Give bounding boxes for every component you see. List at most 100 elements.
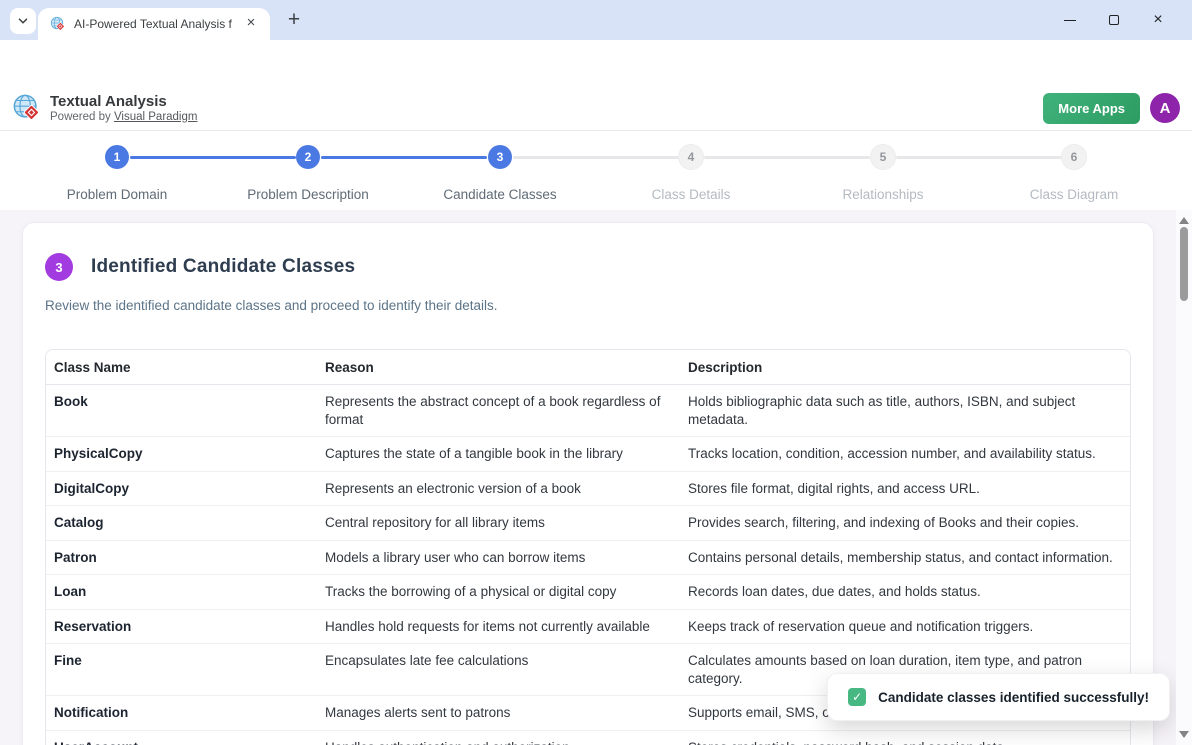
table-row: DigitalCopyRepresents an electronic vers… — [46, 471, 1130, 506]
step-label-6: Class Diagram — [979, 187, 1169, 202]
minimize-icon — [1064, 20, 1076, 21]
stepper-connector — [896, 156, 1062, 159]
visual-paradigm-logo — [12, 93, 42, 123]
powered-by: Powered by Visual Paradigm — [50, 111, 197, 123]
table-header-row: Class Name Reason Description — [46, 350, 1130, 385]
step-candidate-classes: 3 Candidate Classes — [405, 145, 595, 202]
table-row: PhysicalCopyCaptures the state of a tang… — [46, 437, 1130, 472]
description-cell: Stores file format, digital rights, and … — [680, 471, 1130, 506]
step-problem-domain: 1 Problem Domain — [22, 145, 212, 202]
description-cell: Tracks location, condition, accession nu… — [680, 437, 1130, 472]
step-circle-2[interactable]: 2 — [296, 145, 320, 169]
step-label-3: Candidate Classes — [405, 187, 595, 202]
app-title: Textual Analysis — [50, 93, 197, 110]
class-name-cell: PhysicalCopy — [46, 437, 317, 472]
browser-tab[interactable]: AI-Powered Textual Analysis for × — [38, 8, 270, 40]
reason-cell: Manages alerts sent to patrons — [317, 696, 680, 731]
table-row: PatronModels a library user who can borr… — [46, 540, 1130, 575]
step-circle-3[interactable]: 3 — [488, 145, 512, 169]
table-row: CatalogCentral repository for all librar… — [46, 506, 1130, 541]
description-cell: Holds bibliographic data such as title, … — [680, 385, 1130, 437]
chevron-down-icon — [16, 14, 30, 28]
description-cell: Contains personal details, membership st… — [680, 540, 1130, 575]
class-name-cell: UserAccount — [46, 731, 317, 745]
visual-paradigm-favicon — [50, 16, 66, 32]
browser-toolbar: ai-toolbox.visual-paradigm.com/app/textu… — [0, 40, 1192, 86]
class-name-cell: Fine — [46, 644, 317, 696]
success-toast: ✓ Candidate classes identified successfu… — [827, 673, 1170, 721]
stepper-connector — [704, 156, 870, 159]
step-problem-description: 2 Problem Description — [213, 145, 403, 202]
stepper-connector — [321, 156, 487, 159]
window-controls: × — [1048, 6, 1180, 34]
powered-by-text: Powered by — [50, 111, 111, 123]
wizard-stepper: 1 Problem Domain 2 Problem Description 3… — [0, 131, 1192, 210]
close-button[interactable]: × — [1136, 6, 1180, 34]
step-class-details: 4 Class Details — [596, 145, 786, 202]
scrollbar-thumb[interactable] — [1180, 227, 1188, 301]
more-apps-button[interactable]: More Apps — [1043, 93, 1140, 124]
maximize-button[interactable] — [1092, 6, 1136, 34]
tab-strip: AI-Powered Textual Analysis for × + × — [0, 0, 1192, 40]
stepper-connector — [130, 156, 296, 159]
page-scrollbar[interactable] — [1176, 210, 1192, 745]
tab-search-button[interactable] — [10, 8, 36, 34]
user-avatar[interactable]: A — [1150, 93, 1180, 123]
candidate-classes-card: 3 Identified Candidate Classes Review th… — [22, 222, 1154, 745]
reason-cell: Central repository for all library items — [317, 506, 680, 541]
step-label-1: Problem Domain — [22, 187, 212, 202]
reason-cell: Models a library user who can borrow ite… — [317, 540, 680, 575]
step-relationships: 5 Relationships — [788, 145, 978, 202]
tab-close-icon[interactable]: × — [242, 15, 260, 33]
description-cell: Stores credentials, password hash, and s… — [680, 731, 1130, 745]
step-circle-4[interactable]: 4 — [679, 145, 703, 169]
class-name-cell: Reservation — [46, 609, 317, 644]
page-title: Identified Candidate Classes — [91, 256, 355, 278]
app-header: Textual Analysis Powered by Visual Parad… — [0, 86, 1192, 131]
scroll-up-icon[interactable] — [1179, 217, 1189, 224]
class-name-cell: Patron — [46, 540, 317, 575]
class-name-cell: DigitalCopy — [46, 471, 317, 506]
step-number-badge: 3 — [45, 253, 73, 281]
description-cell: Keeps track of reservation queue and not… — [680, 609, 1130, 644]
class-name-cell: Catalog — [46, 506, 317, 541]
browser-window: AI-Powered Textual Analysis for × + × — [0, 0, 1192, 745]
step-circle-5[interactable]: 5 — [871, 145, 895, 169]
table-row: UserAccountHandles authentication and au… — [46, 731, 1130, 745]
reason-cell: Handles authentication and authorization — [317, 731, 680, 745]
column-header-class-name: Class Name — [46, 350, 317, 385]
step-label-5: Relationships — [788, 187, 978, 202]
description-cell: Records loan dates, due dates, and holds… — [680, 575, 1130, 610]
check-icon: ✓ — [848, 688, 866, 706]
new-tab-button[interactable]: + — [282, 8, 306, 32]
close-icon: × — [1153, 12, 1162, 28]
step-circle-1[interactable]: 1 — [105, 145, 129, 169]
tab-title: AI-Powered Textual Analysis for — [74, 17, 232, 31]
table-row: BookRepresents the abstract concept of a… — [46, 385, 1130, 437]
reason-cell: Handles hold requests for items not curr… — [317, 609, 680, 644]
reason-cell: Represents an electronic version of a bo… — [317, 471, 680, 506]
visual-paradigm-link[interactable]: Visual Paradigm — [114, 111, 198, 123]
step-class-diagram: 6 Class Diagram — [979, 145, 1169, 202]
class-name-cell: Book — [46, 385, 317, 437]
scroll-down-icon[interactable] — [1179, 731, 1189, 738]
maximize-icon — [1109, 15, 1119, 25]
reason-cell: Encapsulates late fee calculations — [317, 644, 680, 696]
table-row: LoanTracks the borrowing of a physical o… — [46, 575, 1130, 610]
step-label-4: Class Details — [596, 187, 786, 202]
description-cell: Provides search, filtering, and indexing… — [680, 506, 1130, 541]
table-row: ReservationHandles hold requests for ite… — [46, 609, 1130, 644]
reason-cell: Tracks the borrowing of a physical or di… — [317, 575, 680, 610]
reason-cell: Represents the abstract concept of a boo… — [317, 385, 680, 437]
class-name-cell: Notification — [46, 696, 317, 731]
column-header-description: Description — [680, 350, 1130, 385]
toast-message: Candidate classes identified successfull… — [878, 690, 1149, 705]
page-subtitle: Review the identified candidate classes … — [45, 298, 1131, 313]
class-name-cell: Loan — [46, 575, 317, 610]
stepper-connector — [513, 156, 679, 159]
step-circle-6[interactable]: 6 — [1062, 145, 1086, 169]
page-content: 3 Identified Candidate Classes Review th… — [0, 210, 1192, 745]
column-header-reason: Reason — [317, 350, 680, 385]
minimize-button[interactable] — [1048, 6, 1092, 34]
reason-cell: Captures the state of a tangible book in… — [317, 437, 680, 472]
